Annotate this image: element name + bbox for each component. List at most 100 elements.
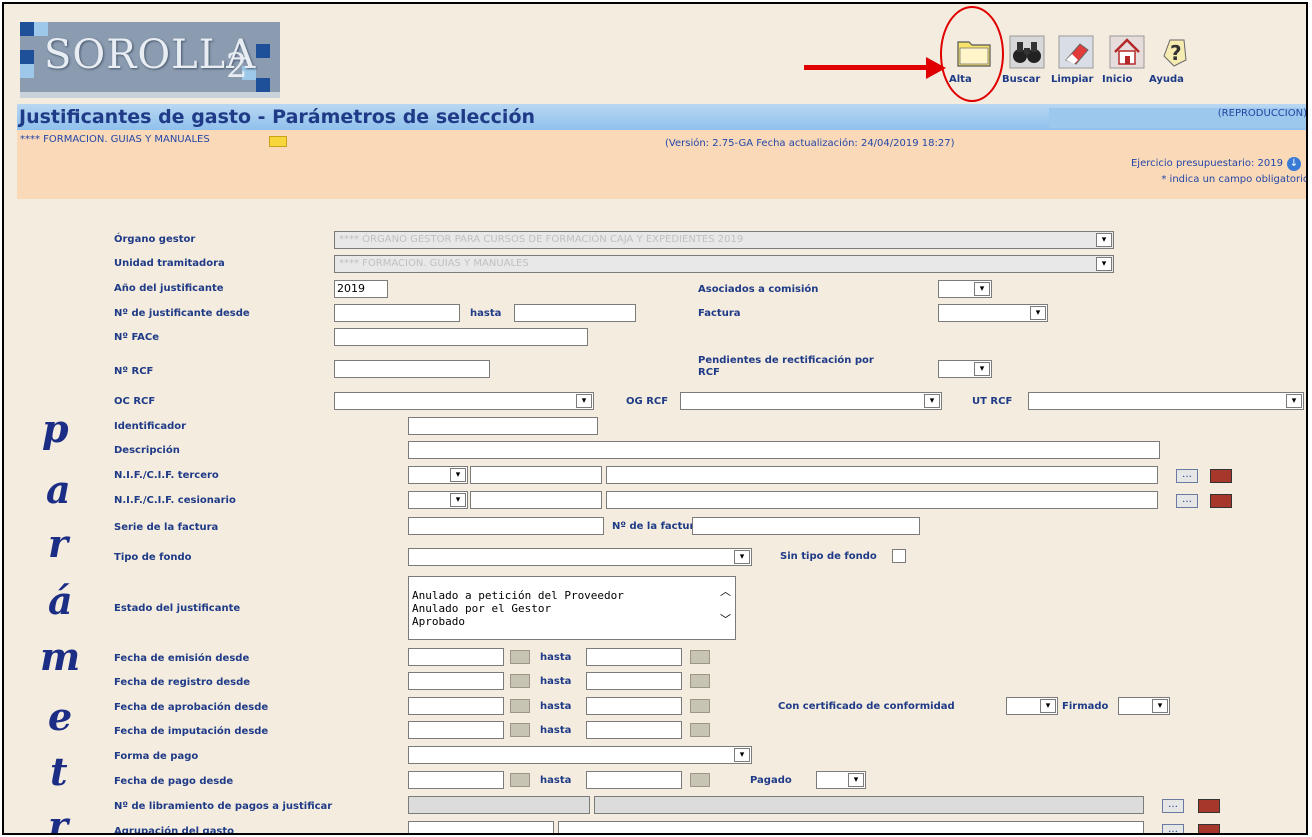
nif-cesionario-clear-icon[interactable] <box>1210 494 1232 508</box>
fecha-pago-desde-input[interactable] <box>408 771 504 789</box>
calendar-icon[interactable] <box>510 773 530 787</box>
tipo-fondo-select[interactable]: ▾ <box>408 548 752 566</box>
nif-tercero-name-input[interactable] <box>606 466 1158 484</box>
binoculars-icon <box>1009 34 1045 70</box>
calendar-icon[interactable] <box>690 650 710 664</box>
fecha-emision-hasta-input[interactable] <box>586 648 682 666</box>
organo-gestor-select[interactable]: **** ÓRGANO GESTOR PARA CURSOS DE FORMAC… <box>334 231 1114 249</box>
factura-select[interactable]: ▾ <box>938 304 1048 322</box>
anio-input[interactable]: 2019 <box>334 280 388 298</box>
buscar-button[interactable]: Buscar <box>1002 22 1052 102</box>
fecha-imputacion-desde-input[interactable] <box>408 721 504 739</box>
calendar-icon[interactable] <box>510 674 530 688</box>
libramiento-search-icon[interactable]: … <box>1162 799 1184 813</box>
nif-tercero-input[interactable] <box>470 466 602 484</box>
libramiento-desc-input[interactable] <box>594 796 1144 814</box>
calendar-icon[interactable] <box>690 773 710 787</box>
calendar-icon[interactable] <box>510 723 530 737</box>
inicio-label: Inicio <box>1102 74 1133 85</box>
fecha-registro-hasta-input[interactable] <box>586 672 682 690</box>
unidad-tramitadora-select[interactable]: **** FORMACION. GUIAS Y MANUALES ▾ <box>334 255 1114 273</box>
asociados-select[interactable]: ▾ <box>938 280 992 298</box>
rcf-input[interactable] <box>334 360 490 378</box>
fecha-imputacion-hasta-input[interactable] <box>586 721 682 739</box>
fecha-emision-desde-input[interactable] <box>408 648 504 666</box>
num-factura-label: Nº de la factura <box>612 521 702 532</box>
agrupacion-desc-input[interactable] <box>558 821 1144 833</box>
calendar-icon[interactable] <box>510 699 530 713</box>
calendar-icon[interactable] <box>690 723 710 737</box>
num-desde-input[interactable] <box>334 304 460 322</box>
chevron-down-icon: ▾ <box>1096 257 1112 271</box>
agrupacion-label: Agrupación del gasto <box>114 826 235 835</box>
oc-rcf-select[interactable]: ▾ <box>334 392 594 410</box>
libramiento-input[interactable] <box>408 796 590 814</box>
nif-cesionario-search-icon[interactable]: … <box>1176 494 1198 508</box>
forma-pago-select[interactable]: ▾ <box>408 746 752 764</box>
scroll-up-icon[interactable]: ︿ <box>720 585 731 598</box>
estado-listbox[interactable]: Anulado a petición del Proveedor Anulado… <box>408 576 736 640</box>
face-input[interactable] <box>334 328 588 346</box>
sin-tipo-fondo-label: Sin tipo de fondo <box>780 551 877 562</box>
chevron-down-icon: ▾ <box>974 282 990 296</box>
ayuda-button[interactable]: ? Ayuda <box>1149 22 1199 102</box>
identificador-input[interactable] <box>408 417 598 435</box>
buscar-label: Buscar <box>1002 74 1041 85</box>
agrupacion-input[interactable] <box>408 821 554 833</box>
estado-option[interactable]: Aprobado <box>412 615 735 628</box>
ut-rcf-select[interactable]: ▾ <box>1028 392 1304 410</box>
page-title: Justificantes de gasto - Parámetros de s… <box>19 106 536 128</box>
fecha-aprobacion-hasta-label: hasta <box>540 701 572 712</box>
calendar-icon[interactable] <box>690 699 710 713</box>
con-certificado-select[interactable]: ▾ <box>1006 697 1058 715</box>
scroll-down-icon[interactable]: ﹀ <box>720 613 731 626</box>
info-icon[interactable]: ↓ <box>1287 157 1301 171</box>
agrupacion-search-icon[interactable]: … <box>1162 824 1184 833</box>
pendientes-label-1: Pendientes de rectificación por <box>698 355 874 366</box>
firmado-select[interactable]: ▾ <box>1118 697 1170 715</box>
nif-tercero-search-icon[interactable]: … <box>1176 469 1198 483</box>
fecha-registro-desde-input[interactable] <box>408 672 504 690</box>
fecha-registro-hasta-label: hasta <box>540 676 572 687</box>
nif-tercero-clear-icon[interactable] <box>1210 469 1232 483</box>
num-factura-input[interactable] <box>692 517 920 535</box>
calendar-icon[interactable] <box>510 650 530 664</box>
chevron-down-icon: ▾ <box>848 773 864 787</box>
folder-small-icon[interactable] <box>269 136 287 147</box>
libramiento-clear-icon[interactable] <box>1198 799 1220 813</box>
estado-option[interactable]: Anulado por el Gestor <box>412 602 735 615</box>
serie-factura-input[interactable] <box>408 517 604 535</box>
side-letter-r: r <box>48 521 69 566</box>
chevron-down-icon: ▾ <box>450 468 466 482</box>
fecha-aprobacion-hasta-input[interactable] <box>586 697 682 715</box>
con-certificado-label: Con certificado de conformidad <box>778 701 955 712</box>
side-letter-p: p <box>42 406 69 451</box>
pendientes-select[interactable]: ▾ <box>938 360 992 378</box>
chevron-down-icon: ▾ <box>450 493 466 507</box>
fecha-aprobacion-desde-input[interactable] <box>408 697 504 715</box>
nif-cesionario-type-select[interactable]: ▾ <box>408 491 468 509</box>
num-hasta-input[interactable] <box>514 304 636 322</box>
estado-label: Estado del justificante <box>114 603 241 614</box>
nif-cesionario-name-input[interactable] <box>606 491 1158 509</box>
fecha-pago-hasta-input[interactable] <box>586 771 682 789</box>
fecha-pago-label: Fecha de pago desde <box>114 776 234 787</box>
chevron-down-icon: ▾ <box>1096 233 1112 247</box>
limpiar-label: Limpiar <box>1051 74 1094 85</box>
chevron-down-icon: ▾ <box>1030 306 1046 320</box>
inicio-button[interactable]: Inicio <box>1102 22 1152 102</box>
fecha-imputacion-hasta-label: hasta <box>540 725 572 736</box>
calendar-icon[interactable] <box>690 674 710 688</box>
descripcion-input[interactable] <box>408 441 1160 459</box>
og-rcf-label: OG RCF <box>626 396 669 407</box>
agrupacion-clear-icon[interactable] <box>1198 824 1220 833</box>
estado-option[interactable]: Anulado a petición del Proveedor <box>412 589 735 602</box>
nif-cesionario-input[interactable] <box>470 491 602 509</box>
obligatorio-note: * indica un campo obligatorio <box>1161 174 1308 185</box>
limpiar-button[interactable]: Limpiar <box>1051 22 1101 102</box>
oc-rcf-label: OC RCF <box>114 396 156 407</box>
og-rcf-select[interactable]: ▾ <box>680 392 942 410</box>
nif-tercero-type-select[interactable]: ▾ <box>408 466 468 484</box>
pagado-select[interactable]: ▾ <box>816 771 866 789</box>
sin-tipo-fondo-checkbox[interactable] <box>892 549 906 563</box>
